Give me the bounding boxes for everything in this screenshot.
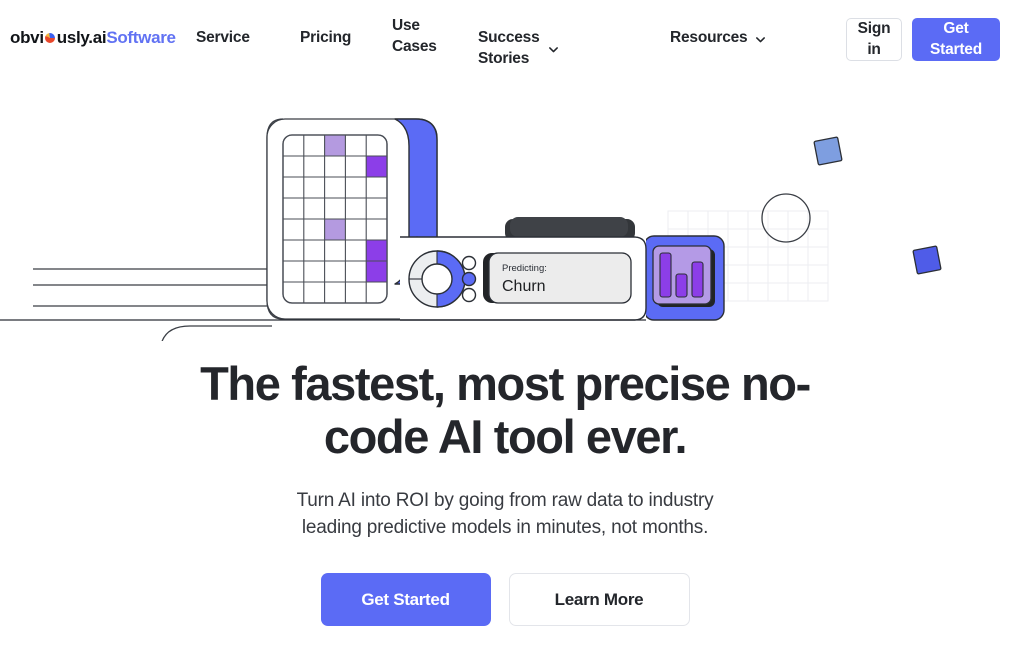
indicator-dots (461, 255, 477, 303)
flow-lines (33, 268, 272, 341)
grid-cell-r5c3 (324, 219, 346, 240)
hero-illustration: Predicting: Churn (0, 86, 1010, 341)
nav-item-use-cases-label: Use Cases (392, 17, 437, 55)
indicator-dot-1 (461, 255, 477, 271)
grid-cell-r6c5 (366, 240, 387, 261)
headline-line-1: The fastest, most precise no- (200, 357, 811, 410)
device-shadow-slab-top (510, 217, 628, 237)
page-title: The fastest, most precise no- code AI to… (0, 357, 1010, 463)
nav-item-service-label: Service (196, 29, 250, 46)
chart-bar-3 (691, 261, 704, 298)
cta-button-row: Get Started Learn More (0, 573, 1010, 626)
decorative-square-light-blue (813, 136, 843, 166)
top-navigation-bar: obvi usly.ai Software Service Pricing Us… (0, 0, 1010, 80)
predicting-label: Predicting: (502, 263, 547, 274)
landing-page: obvi usly.ai Software Service Pricing Us… (0, 0, 1010, 653)
nav-item-use-cases[interactable]: Use Cases (392, 16, 438, 57)
obviously-pie-logo-icon (44, 32, 57, 44)
grid-cell-r7c5 (366, 261, 387, 282)
brand-logo[interactable]: obvi usly.ai Software (10, 28, 176, 48)
headline-line-2: code AI tool ever. (323, 409, 688, 463)
nav-item-resources-label: Resources (670, 29, 748, 46)
grid-cell-r2c5 (366, 156, 387, 177)
indicator-dot-3 (461, 287, 477, 303)
decorative-circle-outline (761, 193, 811, 243)
nav-item-service[interactable]: Service (196, 28, 250, 49)
nav-item-resources[interactable]: Resources (670, 28, 766, 49)
chart-bar-2 (675, 273, 688, 298)
subheading-line-1: Turn AI into ROI by going from raw data … (296, 490, 714, 511)
hero-subheading: Turn AI into ROI by going from raw data … (0, 488, 1010, 542)
dial-gauge-icon (408, 250, 466, 308)
get-started-cta-button[interactable]: Get Started (320, 573, 491, 626)
chart-card (643, 235, 725, 321)
nav-item-success-stories[interactable]: Success Stories (478, 28, 559, 69)
chevron-down-icon (548, 44, 559, 55)
chevron-down-icon (755, 34, 766, 45)
decorative-square-indigo (912, 245, 942, 275)
brand-text-part-a: obvi (10, 28, 44, 47)
indicator-dot-2-active (461, 271, 477, 287)
sign-in-button[interactable]: Sign in (846, 18, 902, 61)
grid-cell-r1c3 (324, 135, 346, 156)
decorative-shapes (761, 136, 942, 275)
nav-item-success-stories-label: Success Stories (478, 29, 540, 67)
get-started-nav-button[interactable]: Get Started (912, 18, 1000, 61)
chart-bar-1 (659, 252, 672, 298)
learn-more-cta-button[interactable]: Learn More (508, 573, 690, 626)
brand-text-part-a2: usly.ai (56, 28, 107, 47)
nav-item-pricing[interactable]: Pricing (300, 28, 351, 49)
predicting-screen: Predicting: Churn (483, 252, 632, 304)
data-grid-table (282, 134, 388, 304)
nav-item-pricing-label: Pricing (300, 29, 352, 46)
brand-text-software: Software (106, 28, 176, 47)
predicting-value: Churn (502, 278, 546, 295)
nav-action-buttons: Sign in Get Started (846, 18, 1000, 61)
subheading-line-2: leading predictive models in minutes, no… (301, 516, 709, 538)
